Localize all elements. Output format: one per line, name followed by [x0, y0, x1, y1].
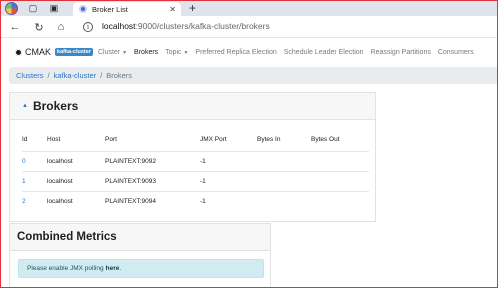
broker-host: localhost — [47, 170, 105, 191]
breadcrumb-kafka-cluster[interactable]: kafka-cluster — [54, 71, 97, 80]
col-bytes-in: Bytes In — [257, 136, 281, 144]
home-icon[interactable]: ⌂ — [54, 20, 68, 34]
broker-port: PLAINTEXT:9094 — [105, 190, 200, 211]
brand[interactable]: CMAK — [25, 47, 51, 57]
alert-text: Please enable JMX polling — [27, 265, 104, 272]
nav-cluster-label: Cluster — [97, 48, 121, 56]
metrics-card-header: Combined Metrics — [10, 224, 270, 251]
reload-icon[interactable]: ↻ — [32, 20, 46, 34]
col-port: Port — [105, 136, 117, 144]
cmak-logo-icon — [15, 48, 22, 56]
tab-close-icon[interactable]: ✕ — [169, 5, 176, 14]
back-icon[interactable]: ← — [8, 20, 22, 34]
broker-jmx-port: -1 — [200, 170, 257, 191]
brokers-card-header: ▲ Brokers — [10, 93, 375, 120]
enable-jmx-link[interactable]: here — [106, 265, 120, 272]
breadcrumb-separator: / — [47, 71, 50, 80]
url-host: localhost — [102, 21, 136, 31]
collapse-icon[interactable]: ▲ — [22, 103, 28, 109]
nav-topic[interactable]: Topic ▼ — [165, 49, 188, 56]
browser-tab-strip: ▢ ▣ Broker List ✕ + — [1, 1, 497, 16]
nav-cluster[interactable]: Cluster ▼ — [98, 49, 127, 56]
address-bar[interactable]: localhost:9000/clusters/kafka-cluster/br… — [102, 21, 270, 31]
broker-bytes-out — [311, 190, 369, 211]
cluster-badge: kafka-cluster — [55, 48, 93, 56]
broker-port: PLAINTEXT:9092 — [105, 150, 200, 171]
broker-bytes-out — [311, 150, 369, 171]
broker-host: localhost — [47, 190, 105, 211]
broker-id-link[interactable]: 2 — [22, 190, 47, 211]
nav-topic-label: Topic — [165, 48, 182, 56]
chevron-down-icon: ▼ — [183, 49, 189, 56]
brokers-title: Brokers — [32, 99, 79, 113]
broker-jmx-port: -1 — [200, 150, 257, 171]
nav-schedule-leader-election[interactable]: Schedule Leader Election — [284, 49, 364, 56]
broker-id-link[interactable]: 1 — [22, 170, 47, 191]
breadcrumb-separator: / — [100, 71, 103, 80]
nav-preferred-replica-election[interactable]: Preferred Replica Election — [195, 49, 276, 56]
breadcrumb-clusters[interactable]: Clusters — [16, 71, 44, 80]
table-row: 0 localhost PLAINTEXT:9092 -1 — [22, 150, 369, 171]
nav-reassign-partitions[interactable]: Reassign Partitions — [371, 49, 431, 56]
table-row: 1 localhost PLAINTEXT:9093 -1 — [22, 170, 369, 191]
tab-actions-icon[interactable]: ▣ — [47, 2, 61, 15]
browser-tab-broker-list[interactable]: Broker List ✕ — [73, 2, 181, 16]
browser-toolbar: ← ↻ ⌂ i localhost:9000/clusters/kafka-cl… — [1, 16, 497, 38]
info-icon[interactable]: i — [83, 22, 93, 32]
chevron-down-icon: ▼ — [122, 49, 128, 56]
tab-title: Broker List — [92, 4, 128, 14]
cmak-favicon-icon — [79, 5, 87, 13]
metrics-title: Combined Metrics — [17, 231, 117, 243]
breadcrumb-current: Brokers — [106, 71, 133, 80]
broker-bytes-in — [257, 170, 311, 191]
app-navbar: CMAK kafka-cluster Cluster ▼ Brokers Top… — [1, 39, 497, 65]
browser-logo[interactable] — [5, 2, 18, 15]
col-jmx-port: JMX Port — [200, 136, 227, 144]
alert-end: . — [119, 265, 122, 272]
broker-host: localhost — [47, 150, 105, 171]
brokers-table: Id Host Port JMX Port Bytes In Bytes Out… — [22, 129, 369, 211]
broker-jmx-port: -1 — [200, 190, 257, 211]
broker-id-link[interactable]: 0 — [22, 150, 47, 171]
url-path: :9000/clusters/kafka-cluster/brokers — [135, 21, 270, 31]
nav-brokers[interactable]: Brokers — [134, 49, 158, 56]
broker-bytes-out — [311, 170, 369, 191]
new-tab-button[interactable]: + — [189, 1, 196, 15]
col-bytes-out: Bytes Out — [311, 136, 340, 144]
table-row: 2 localhost PLAINTEXT:9094 -1 — [22, 190, 369, 211]
col-host: Host — [47, 136, 61, 144]
screenshot-frame: ▢ ▣ Broker List ✕ + ← ↻ ⌂ i localhost:90… — [0, 0, 498, 288]
col-id: Id — [22, 136, 28, 144]
nav-consumers[interactable]: Consumers — [438, 49, 474, 56]
combined-metrics-card: Combined Metrics Please enable JMX polli… — [9, 223, 271, 287]
table-header-row: Id Host Port JMX Port Bytes In Bytes Out — [22, 129, 369, 151]
breadcrumb: Clusters / kafka-cluster / Brokers — [9, 67, 497, 84]
broker-bytes-in — [257, 190, 311, 211]
jmx-alert: Please enable JMX polling here . — [18, 259, 264, 278]
broker-port: PLAINTEXT:9093 — [105, 170, 200, 191]
brokers-card: ▲ Brokers Id Host Port JMX Port Bytes In… — [9, 92, 376, 222]
workspaces-icon[interactable]: ▢ — [26, 2, 40, 15]
broker-bytes-in — [257, 150, 311, 171]
